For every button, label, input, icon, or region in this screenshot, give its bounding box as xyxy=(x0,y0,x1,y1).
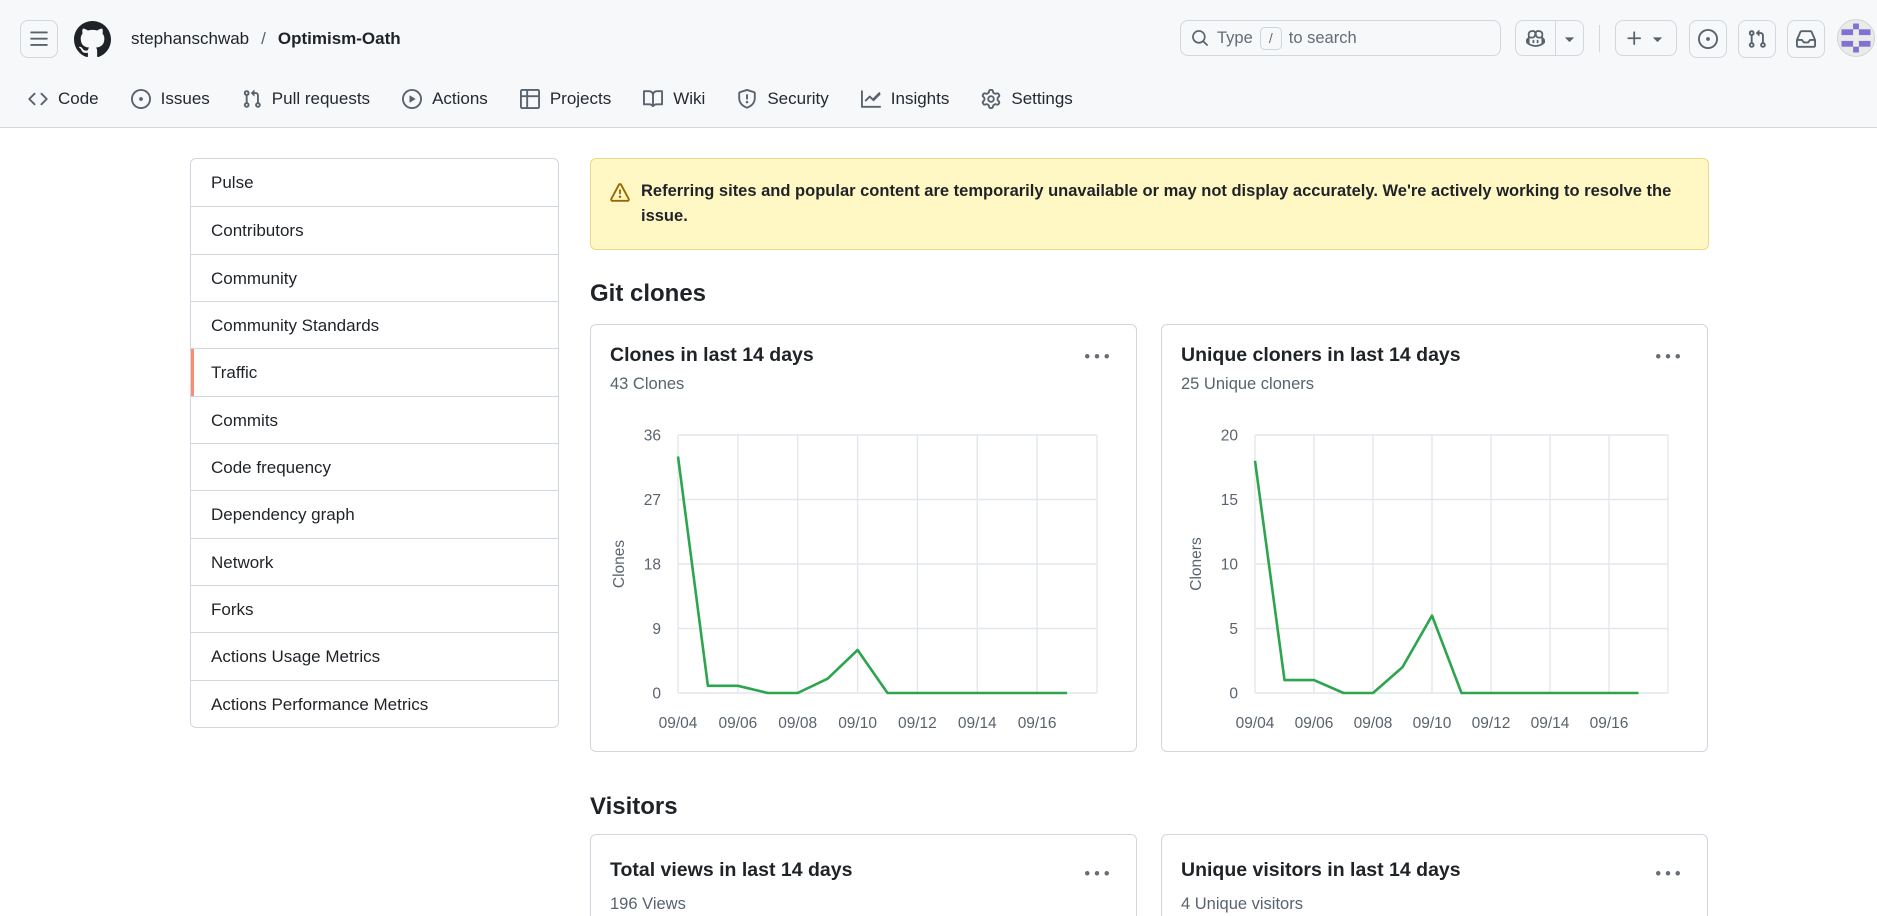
svg-text:09/12: 09/12 xyxy=(1472,715,1511,732)
svg-text:09/06: 09/06 xyxy=(1295,715,1334,732)
svg-text:15: 15 xyxy=(1221,492,1238,509)
svg-text:Clones: Clones xyxy=(611,540,628,588)
svg-text:9: 9 xyxy=(652,621,661,638)
svg-text:09/10: 09/10 xyxy=(838,715,877,732)
svg-text:09/08: 09/08 xyxy=(1354,715,1393,732)
svg-text:0: 0 xyxy=(652,686,661,703)
svg-text:09/04: 09/04 xyxy=(659,715,698,732)
svg-text:09/04: 09/04 xyxy=(1236,715,1275,732)
svg-text:09/06: 09/06 xyxy=(719,715,758,732)
svg-text:09/08: 09/08 xyxy=(778,715,817,732)
svg-text:Cloners: Cloners xyxy=(1188,537,1205,591)
svg-text:10: 10 xyxy=(1221,557,1239,574)
svg-text:18: 18 xyxy=(644,557,661,574)
svg-text:36: 36 xyxy=(644,428,661,445)
svg-text:09/14: 09/14 xyxy=(1531,715,1570,732)
svg-text:09/10: 09/10 xyxy=(1413,715,1452,732)
svg-text:27: 27 xyxy=(644,492,661,509)
svg-text:09/16: 09/16 xyxy=(1590,715,1629,732)
svg-text:20: 20 xyxy=(1221,428,1239,445)
svg-text:09/16: 09/16 xyxy=(1018,715,1057,732)
svg-text:09/12: 09/12 xyxy=(898,715,937,732)
svg-text:5: 5 xyxy=(1229,621,1238,638)
svg-text:0: 0 xyxy=(1229,686,1238,703)
svg-text:09/14: 09/14 xyxy=(958,715,997,732)
